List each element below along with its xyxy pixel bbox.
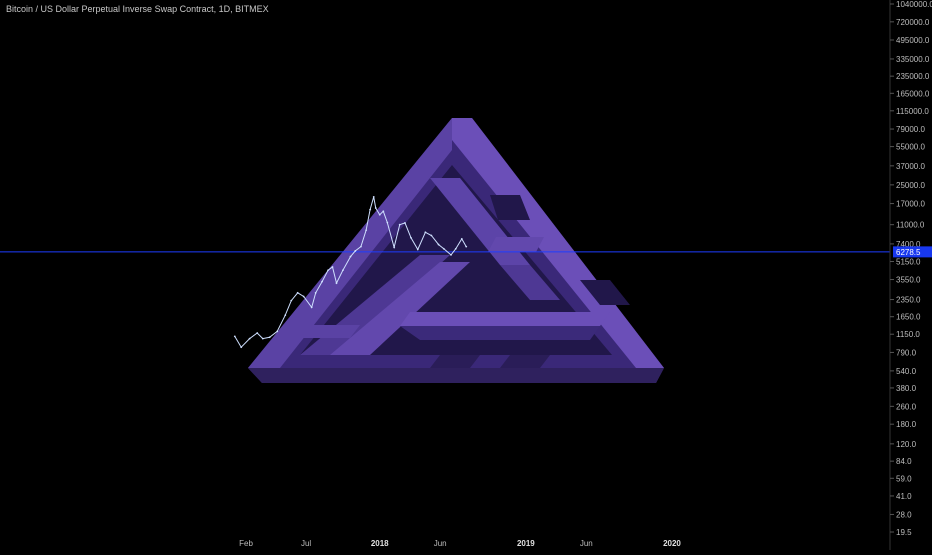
price-data-point	[460, 238, 463, 240]
y-tick-label: 3550.0	[896, 276, 921, 285]
price-data-point	[365, 229, 368, 232]
y-tick-label: 79000.0	[896, 125, 925, 134]
price-data-point	[437, 243, 440, 246]
price-data-point	[424, 231, 427, 234]
price-data-point	[450, 253, 452, 256]
price-data-point	[296, 291, 299, 294]
price-data-point	[341, 269, 344, 272]
x-tick-label: 2019	[517, 539, 535, 548]
y-tick-label: 2350.0	[896, 296, 921, 305]
y-tick-label: 25000.0	[896, 181, 925, 190]
y-tick-label: 180.0	[896, 420, 917, 429]
y-tick-label: 790.0	[896, 348, 917, 357]
price-data-point	[454, 247, 457, 250]
price-data-point	[233, 335, 236, 338]
y-tick-label: 260.0	[896, 402, 917, 411]
y-tick-label: 495000.0	[896, 36, 930, 45]
price-data-point	[248, 337, 251, 340]
price-data-point	[268, 336, 271, 339]
price-data-point	[416, 248, 419, 251]
price-data-point	[349, 255, 352, 258]
x-tick-label: Jun	[580, 539, 593, 548]
x-tick-label: 2018	[371, 539, 389, 548]
inner-beam-5	[400, 312, 610, 326]
x-tick-label: Jun	[434, 539, 447, 548]
price-data-point	[369, 208, 372, 211]
y-tick-label: 1650.0	[896, 313, 921, 322]
price-data-point	[393, 246, 396, 249]
x-tick-label: Jul	[301, 539, 311, 548]
y-tick-label: 5150.0	[896, 257, 921, 266]
price-data-point	[398, 223, 401, 226]
y-tick-label: 380.0	[896, 384, 917, 393]
chart-area: 1040000.0 720000.0 495000.0 335000.0 235000.…	[0, 0, 932, 550]
y-tick-label: 11000.0	[896, 221, 925, 230]
y-tick-label: 115000.0	[896, 107, 929, 116]
x-tick-label: 2020	[663, 539, 681, 548]
y-tick-label: 55000.0	[896, 143, 925, 152]
price-data-point	[430, 234, 433, 237]
price-data-point	[256, 332, 259, 334]
price-data-point	[465, 245, 468, 248]
triangle-base-beam	[248, 368, 664, 383]
price-data-point	[290, 299, 293, 302]
price-data-point	[354, 250, 357, 252]
price-data-point	[314, 291, 317, 294]
y-axis: 1040000.0 720000.0 495000.0 335000.0 235000.…	[890, 0, 932, 537]
y-tick-label: 1040000.0	[896, 0, 932, 9]
price-data-point	[442, 247, 445, 250]
y-tick-label: 84.0	[896, 457, 912, 466]
price-data-point	[335, 282, 338, 284]
price-data-point	[302, 295, 305, 298]
current-price-badge: 6278.5	[893, 246, 932, 258]
y-tick-label: 1150.0	[896, 330, 920, 339]
current-price-label: 6278.5	[896, 248, 921, 257]
y-tick-label: 28.0	[896, 510, 912, 519]
price-data-point	[378, 213, 381, 216]
price-data-point	[321, 280, 323, 283]
y-tick-label: 37000.0	[896, 162, 925, 171]
y-tick-label: 17000.0	[896, 200, 925, 209]
x-tick-label: Feb	[239, 539, 253, 548]
price-data-point	[374, 207, 377, 209]
y-tick-label: 540.0	[896, 367, 917, 376]
price-data-point	[284, 314, 287, 317]
y-tick-label: 165000.0	[896, 89, 930, 98]
chart-canvas: 1040000.0 720000.0 495000.0 335000.0 235000.…	[0, 0, 932, 550]
chart-title: Bitcoin / US Dollar Perpetual Inverse Sw…	[6, 4, 269, 14]
x-axis: Feb Jul 2018 Jun 2019 Jun 2020	[239, 539, 681, 548]
y-tick-label: 335000.0	[896, 55, 930, 64]
price-data-point	[410, 236, 412, 239]
y-tick-label: 235000.0	[896, 72, 930, 81]
price-data-point	[331, 266, 334, 268]
y-tick-label: 41.0	[896, 492, 912, 501]
impossible-triangle-artwork	[248, 118, 664, 383]
price-data-point	[261, 337, 264, 340]
inner-beam-6	[400, 326, 600, 340]
price-data-point	[372, 196, 375, 198]
price-data-point	[382, 210, 385, 213]
y-tick-label: 120.0	[896, 440, 917, 449]
y-tick-label: 19.5	[896, 528, 912, 537]
price-data-point	[310, 306, 313, 309]
price-data-point	[276, 330, 279, 333]
price-data-point	[404, 222, 406, 224]
y-tick-label: 720000.0	[896, 18, 930, 27]
inner-beam-7	[296, 325, 360, 338]
price-data-point	[327, 269, 329, 272]
price-data-point	[360, 245, 362, 248]
price-data-point	[240, 346, 243, 349]
price-data-point	[386, 221, 389, 224]
inner-beam-8	[488, 237, 544, 252]
y-tick-label: 59.0	[896, 474, 912, 483]
